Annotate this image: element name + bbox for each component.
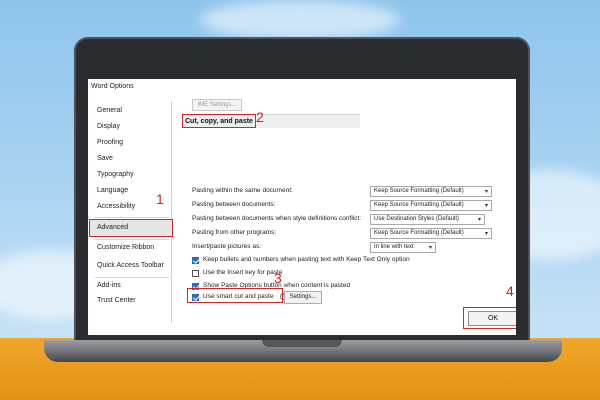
sidebar-divider bbox=[95, 217, 169, 218]
word-options-window: Word Options General Display Proofing Sa… bbox=[88, 79, 516, 335]
annotation-step-2: 2 bbox=[256, 109, 264, 125]
sidebar-item-trust-center[interactable]: Trust Center bbox=[90, 294, 172, 308]
select-between-documents[interactable]: Keep Source Formatting (Default) ▾ bbox=[370, 200, 492, 211]
checkbox-label: Keep bullets and numbers when pasting te… bbox=[203, 256, 410, 263]
advanced-options-panel: IME Settings... Cut, copy, and paste Pas… bbox=[182, 79, 516, 335]
annotation-step-4: 4 bbox=[506, 283, 514, 299]
select-style-conflict[interactable]: Use Destination Styles (Default) ▾ bbox=[370, 214, 485, 225]
select-value: In line with text bbox=[374, 244, 414, 250]
select-insert-pictures[interactable]: In line with text ▾ bbox=[370, 242, 436, 253]
annotation-step-3: 3 bbox=[274, 270, 282, 286]
highlight-box-section bbox=[182, 114, 256, 128]
setting-label-same-document: Pasting within the same document: bbox=[192, 187, 293, 194]
laptop-lid: Word Options General Display Proofing Sa… bbox=[74, 37, 530, 343]
chevron-down-icon: ▾ bbox=[484, 203, 488, 209]
cloud bbox=[200, 0, 400, 40]
checkbox-unchecked[interactable] bbox=[192, 270, 199, 277]
setting-label-other-programs: Pasting from other programs: bbox=[192, 229, 277, 236]
select-same-document[interactable]: Keep Source Formatting (Default) ▾ bbox=[370, 186, 492, 197]
sidebar-divider bbox=[95, 277, 169, 278]
select-value: Keep Source Formatting (Default) bbox=[374, 202, 464, 208]
sidebar-item-add-ins[interactable]: Add-ins bbox=[90, 279, 172, 293]
select-value: Keep Source Formatting (Default) bbox=[374, 230, 464, 236]
annotation-step-1: 1 bbox=[156, 191, 164, 207]
sidebar-item-display[interactable]: Display bbox=[90, 120, 172, 134]
smart-cut-paste-settings-button[interactable]: Settings... bbox=[284, 291, 322, 304]
sidebar-item-general[interactable]: General bbox=[90, 104, 172, 118]
sidebar-item-save[interactable]: Save bbox=[90, 152, 172, 166]
select-other-programs[interactable]: Keep Source Formatting (Default) ▾ bbox=[370, 228, 492, 239]
chevron-down-icon: ▾ bbox=[428, 245, 432, 251]
sidebar-item-customize-ribbon[interactable]: Customize Ribbon bbox=[90, 241, 172, 255]
options-sidebar: General Display Proofing Save Typography… bbox=[89, 101, 173, 323]
select-value: Keep Source Formatting (Default) bbox=[374, 188, 464, 194]
chevron-down-icon: ▾ bbox=[477, 217, 481, 223]
highlight-box-ok bbox=[463, 307, 516, 329]
chevron-down-icon: ▾ bbox=[484, 189, 488, 195]
checkbox-checked[interactable] bbox=[192, 257, 199, 264]
sidebar-item-advanced[interactable]: Advanced bbox=[89, 219, 173, 237]
sidebar-item-typography[interactable]: Typography bbox=[90, 168, 172, 182]
ime-settings-button[interactable]: IME Settings... bbox=[192, 99, 242, 111]
chevron-down-icon: ▾ bbox=[484, 231, 488, 237]
laptop-hinge-notch bbox=[262, 340, 342, 347]
select-value: Use Destination Styles (Default) bbox=[374, 216, 460, 222]
setting-label-style-conflict: Pasting between documents when style def… bbox=[192, 215, 362, 222]
sidebar-item-quick-access-toolbar[interactable]: Quick Access Toolbar bbox=[90, 259, 172, 273]
highlight-box-smart-cut-paste bbox=[187, 288, 283, 303]
setting-label-between-documents: Pasting between documents: bbox=[192, 201, 276, 208]
checkbox-label: Use the Insert key for paste bbox=[203, 269, 283, 276]
window-title: Word Options bbox=[91, 83, 134, 90]
setting-label-insert-pictures: Insert/paste pictures as: bbox=[192, 243, 262, 250]
sidebar-item-proofing[interactable]: Proofing bbox=[90, 136, 172, 150]
sidebar-divider bbox=[95, 239, 169, 240]
